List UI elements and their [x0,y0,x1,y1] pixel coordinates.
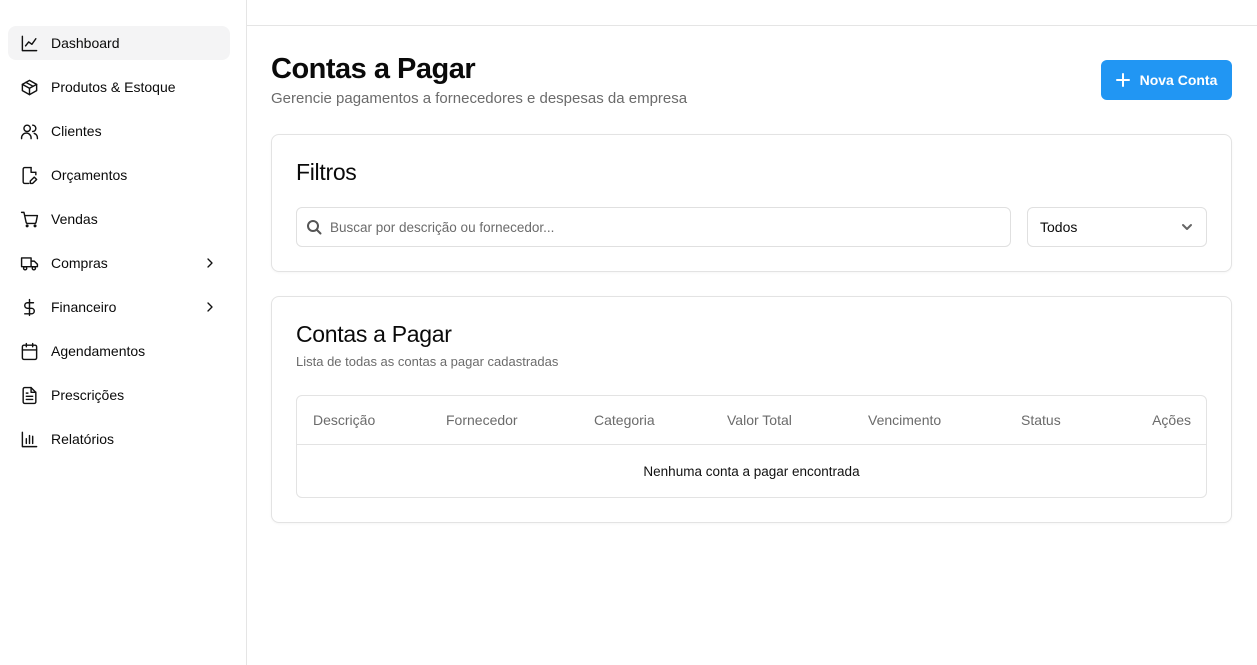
column-header-acoes: Ações [1152,412,1191,428]
sidebar-item-label: Prescrições [51,387,125,403]
search-input[interactable] [330,219,990,235]
column-header-status[interactable]: Status [1021,412,1061,428]
status-filter-value: Todos [1040,219,1078,235]
chevron-right-icon [202,255,218,271]
sidebar-item-compras[interactable]: Compras [8,246,230,280]
sidebar-item-relatorios[interactable]: Relatórios [8,422,230,456]
new-account-button-label: Nova Conta [1139,72,1218,88]
column-header-vencimento[interactable]: Vencimento [868,412,941,428]
calendar-icon [19,341,39,361]
sidebar-item-financeiro[interactable]: Financeiro [8,290,230,324]
page-title: Contas a Pagar [271,53,476,85]
new-account-button[interactable]: Nova Conta [1101,60,1232,100]
sidebar-item-label: Compras [51,255,108,271]
filters-card: Filtros Todos [271,134,1232,272]
sidebar-item-produtos-estoque[interactable]: Produtos & Estoque [8,70,230,104]
dollar-sign-icon [19,297,39,317]
list-title: Contas a Pagar [296,321,452,347]
plus-icon [1115,73,1130,87]
bar-chart-icon [19,429,39,449]
accounts-list-card: Contas a Pagar Lista de todas as contas … [271,296,1232,523]
sidebar-item-label: Dashboard [51,35,120,51]
search-icon [306,219,322,235]
sidebar-item-label: Orçamentos [51,167,128,183]
table-header: Descrição Fornecedor Categoria Valor Tot… [297,396,1206,445]
list-description: Lista de todas as contas a pagar cadastr… [296,354,559,369]
column-header-fornecedor[interactable]: Fornecedor [446,412,518,428]
top-bar [247,0,1257,26]
sidebar-item-dashboard[interactable]: Dashboard [8,26,230,60]
truck-icon [19,253,39,273]
empty-state-message: Nenhuma conta a pagar encontrada [643,463,860,479]
sidebar-item-prescricoes[interactable]: Prescrições [8,378,230,412]
sidebar-item-vendas[interactable]: Vendas [8,202,230,236]
sidebar-item-label: Vendas [51,211,98,227]
column-header-categoria[interactable]: Categoria [594,412,655,428]
sidebar-item-clientes[interactable]: Clientes [8,114,230,148]
filters-title: Filtros [296,159,357,185]
sidebar: Dashboard Produtos & Estoque Clientes Or… [0,0,247,665]
sidebar-item-label: Produtos & Estoque [51,79,176,95]
status-filter-select[interactable]: Todos [1027,207,1207,247]
sidebar-item-label: Clientes [51,123,102,139]
accounts-table: Descrição Fornecedor Categoria Valor Tot… [296,395,1207,498]
sidebar-item-label: Financeiro [51,299,117,315]
column-header-valor-total[interactable]: Valor Total [727,412,792,428]
chevron-down-icon [1180,220,1194,234]
column-header-descricao[interactable]: Descrição [313,412,375,428]
search-field[interactable] [296,207,1011,247]
chevron-right-icon [202,299,218,315]
file-edit-icon [19,165,39,185]
package-icon [19,77,39,97]
sidebar-item-agendamentos[interactable]: Agendamentos [8,334,230,368]
sidebar-item-label: Relatórios [51,431,115,447]
page-subtitle: Gerencie pagamentos a fornecedores e des… [271,90,688,107]
sidebar-item-orcamentos[interactable]: Orçamentos [8,158,230,192]
file-text-icon [19,385,39,405]
sidebar-item-label: Agendamentos [51,343,146,359]
chart-line-icon [19,33,39,53]
shopping-cart-icon [19,209,39,229]
users-icon [19,121,39,141]
